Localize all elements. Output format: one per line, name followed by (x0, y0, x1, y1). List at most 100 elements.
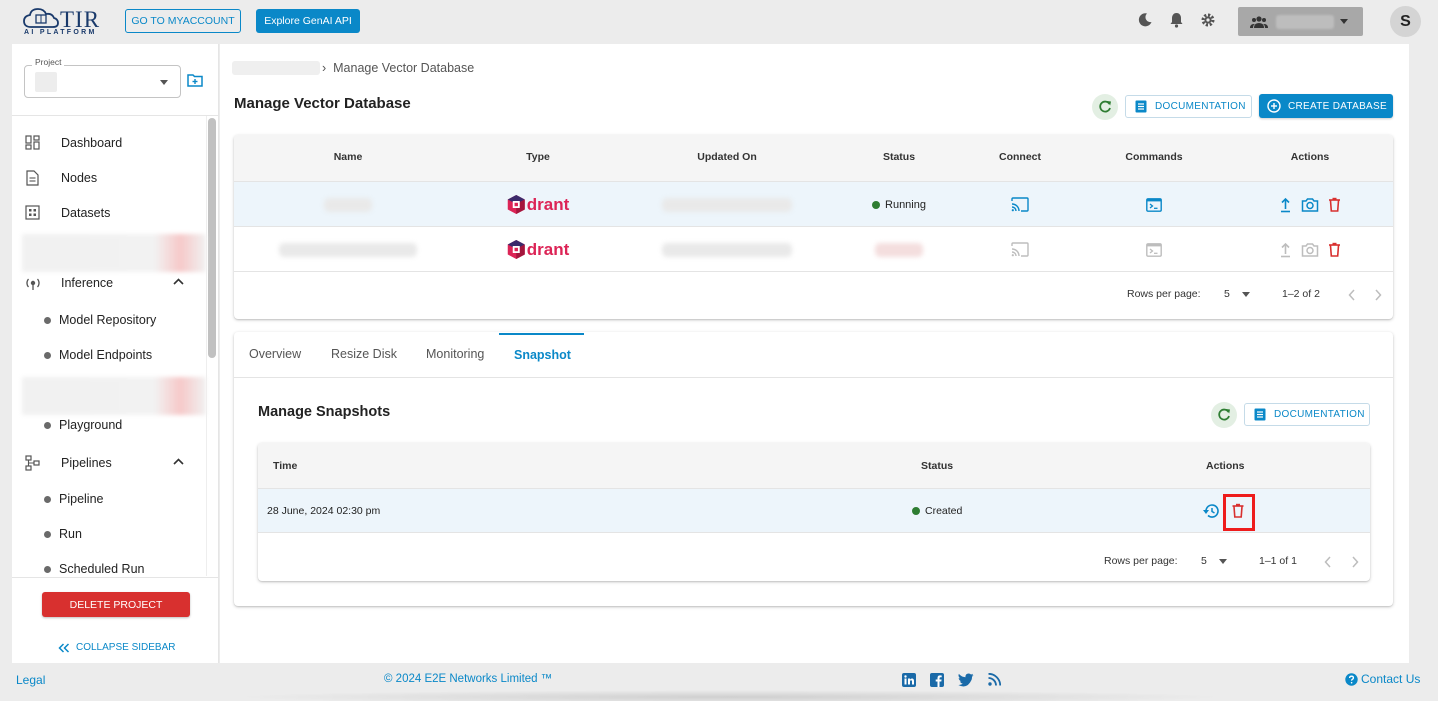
snapshots-title: Manage Snapshots (258, 404, 391, 420)
qdrant-logo: drant (507, 194, 570, 215)
redacted-sidebar-item (22, 234, 206, 272)
snapshot-refresh-button[interactable] (1211, 402, 1237, 428)
explore-genai-api-button[interactable]: Explore GenAI API (256, 9, 360, 33)
sidebar-item-datasets[interactable]: Datasets (12, 198, 206, 228)
qdrant-cube-icon (507, 240, 525, 259)
sidebar-divider (12, 115, 219, 116)
tab-resize-disk[interactable]: Resize Disk (331, 347, 397, 361)
sidebar-item-dashboard[interactable]: Dashboard (12, 128, 206, 158)
upload-icon[interactable] (1280, 197, 1292, 213)
sidebar-item-run[interactable]: Run (12, 520, 206, 548)
help-icon (1345, 672, 1358, 686)
chevron-down-icon (1241, 291, 1250, 297)
tab-monitoring[interactable]: Monitoring (426, 347, 484, 361)
rows-per-page-select[interactable]: 5 (1201, 555, 1227, 567)
facebook-icon[interactable] (930, 673, 944, 687)
active-tab-indicator (499, 333, 584, 335)
grid-icon (25, 205, 40, 220)
sidebar-item-model-repository[interactable]: Model Repository (12, 306, 206, 334)
commands-button[interactable] (1146, 182, 1162, 227)
restore-icon[interactable] (1202, 503, 1219, 519)
sidebar-item-scheduled-run[interactable]: Scheduled Run (12, 555, 206, 583)
chevron-up-icon (173, 278, 184, 285)
documentation-button[interactable]: DOCUMENTATION (1125, 95, 1252, 118)
team-icon (1250, 15, 1268, 28)
project-select[interactable] (24, 65, 181, 98)
go-to-myaccount-button[interactable]: GO TO MYACCOUNT (125, 9, 241, 33)
qdrant-cube-icon (507, 195, 525, 214)
sidebar-item-playground[interactable]: Playground (12, 411, 206, 439)
prev-page-icon[interactable] (1348, 289, 1356, 301)
breadcrumb-current: Manage Vector Database (333, 61, 475, 75)
avatar[interactable]: S (1390, 6, 1421, 37)
document-icon (1254, 408, 1266, 421)
delete-icon[interactable] (1329, 197, 1341, 212)
sidebar-item-label: Pipelines (61, 456, 112, 470)
double-chevron-left-icon (58, 642, 70, 653)
table-row[interactable]: 28 June, 2024 02:30 pm Created (258, 488, 1370, 533)
document-icon (1135, 100, 1147, 113)
tab-snapshot[interactable]: Snapshot (514, 348, 571, 362)
cast-icon (1011, 197, 1029, 212)
gear-icon[interactable] (1200, 12, 1216, 28)
sidebar-item-label: Pipeline (59, 492, 104, 506)
tir-logo[interactable]: TIR AI PLATFORM (20, 6, 104, 38)
connect-button[interactable] (1011, 182, 1029, 227)
rss-icon[interactable] (988, 673, 1001, 687)
sidebar-item-label: Model Repository (59, 313, 157, 327)
refresh-button[interactable] (1092, 94, 1118, 120)
next-page-icon[interactable] (1351, 556, 1359, 568)
next-page-icon[interactable] (1374, 289, 1382, 301)
social-links (902, 673, 1001, 687)
page-title: Manage Vector Database (234, 95, 411, 112)
refresh-icon (1098, 100, 1112, 114)
rows-per-page-select[interactable]: 5 (1224, 288, 1250, 300)
status-text: Running (885, 198, 926, 211)
account-name-redacted (1276, 15, 1334, 29)
redacted-sidebar-item (22, 377, 206, 415)
sidebar: Project Dashboard Nodes Datasets Inferen… (12, 44, 219, 663)
snapshot-documentation-button[interactable]: DOCUMENTATION (1244, 403, 1370, 426)
camera-icon[interactable] (1301, 197, 1319, 212)
column-header-status: Status (921, 460, 954, 472)
legal-link[interactable]: Legal (16, 673, 45, 687)
sidebar-item-inference[interactable]: Inference (12, 268, 206, 298)
delete-project-button[interactable]: DELETE PROJECT (42, 592, 190, 617)
sidebar-item-pipelines[interactable]: Pipelines (12, 448, 206, 478)
sidebar-item-label: Model Endpoints (59, 348, 153, 362)
account-selector[interactable] (1238, 7, 1363, 36)
sidebar-item-label: Dashboard (61, 136, 123, 150)
chevron-down-icon (160, 80, 168, 85)
bullet-icon (44, 531, 51, 538)
sidebar-scrollbar[interactable] (208, 118, 216, 358)
database-type: drant (526, 194, 570, 214)
bullet-icon (44, 422, 51, 429)
tab-overview[interactable]: Overview (249, 347, 301, 361)
collapse-sidebar-button[interactable]: COLLAPSE SIDEBAR (58, 642, 175, 653)
breadcrumb-redacted[interactable] (232, 61, 320, 75)
sidebar-item-label: Nodes (61, 171, 98, 185)
create-database-button[interactable]: CREATE DATABASE (1259, 94, 1393, 118)
rows-per-page-label: Rows per page: (1104, 555, 1178, 567)
status-text: Created (925, 505, 963, 517)
contact-us-link[interactable]: Contact Us (1345, 672, 1420, 686)
inference-icon (25, 275, 41, 291)
moon-icon[interactable] (1137, 12, 1153, 28)
table-row[interactable]: drant (234, 226, 1393, 271)
sidebar-item-nodes[interactable]: Nodes (12, 163, 206, 193)
new-folder-icon[interactable] (187, 73, 203, 87)
sidebar-item-pipeline[interactable]: Pipeline (12, 485, 206, 513)
table-row[interactable]: drant Running (234, 181, 1393, 226)
twitter-icon[interactable] (958, 673, 974, 687)
cloud-logo-icon (22, 6, 60, 30)
linkedin-icon[interactable] (902, 673, 916, 687)
bullet-icon (44, 317, 51, 324)
documentation-label: DOCUMENTATION (1155, 101, 1246, 112)
tab-divider (234, 377, 1393, 378)
chevron-down-icon (1218, 558, 1227, 564)
sidebar-item-model-endpoints[interactable]: Model Endpoints (12, 341, 206, 369)
bell-icon[interactable] (1169, 12, 1184, 28)
prev-page-icon[interactable] (1324, 556, 1332, 568)
camera-icon (1301, 242, 1319, 257)
delete-icon[interactable] (1329, 242, 1341, 257)
